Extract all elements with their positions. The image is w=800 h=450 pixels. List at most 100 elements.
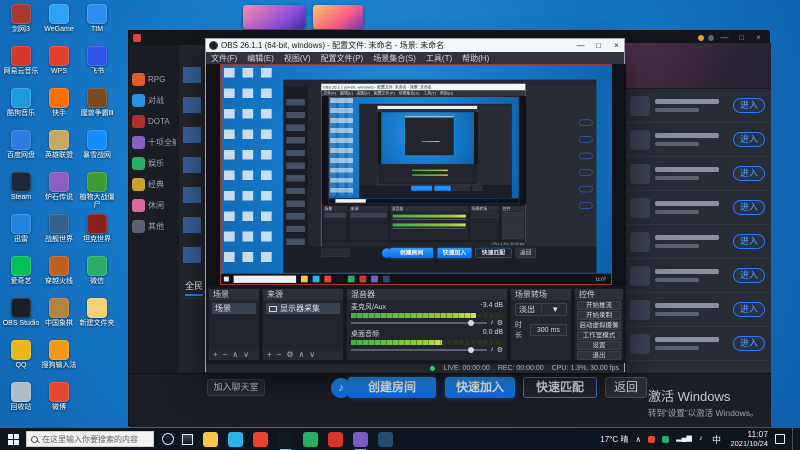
sidebar-item-dota[interactable]: DOTA	[129, 113, 179, 130]
sidebar-item-versus[interactable]: 对战	[129, 92, 179, 109]
sidebar-item-allround[interactable]: 十项全能	[129, 134, 179, 151]
menu-file[interactable]: 文件(F)	[206, 53, 242, 64]
source-properties-icon[interactable]: ⚙	[286, 350, 293, 359]
sidebar-item-other[interactable]: 其他	[129, 218, 179, 235]
room-row[interactable]: 进入	[624, 293, 771, 327]
volume-icon[interactable]: ♪	[699, 434, 703, 444]
desktop-icon[interactable]: 爱奇艺	[2, 256, 40, 298]
enter-room-button[interactable]: 进入	[733, 132, 765, 147]
menu-help[interactable]: 帮助(H)	[457, 53, 494, 64]
menu-scene-collection[interactable]: 场景集合(S)	[368, 53, 421, 64]
create-room-button[interactable]: 创建房间	[348, 377, 436, 398]
desktop-icon[interactable]: 魔兽争霸Ⅲ	[78, 88, 116, 130]
desktop-icon[interactable]: WPS	[40, 46, 78, 88]
channel-settings-icon[interactable]: ⚙	[497, 346, 503, 354]
desktop-icon[interactable]: 快手	[40, 88, 78, 130]
enter-room-button[interactable]: 进入	[733, 98, 765, 113]
notification-center-icon[interactable]	[775, 434, 785, 444]
search-input[interactable]: 在这里输入你要搜索的内容	[26, 431, 154, 447]
menu-view[interactable]: 视图(V)	[279, 53, 316, 64]
sidebar-item-casual[interactable]: 休闲	[129, 197, 179, 214]
chat-tab-all[interactable]: 全民	[185, 279, 204, 296]
speaker-icon[interactable]: ♪	[490, 346, 494, 353]
desktop-icon[interactable]: 中国象棋	[40, 298, 78, 340]
desktop-icon[interactable]: 搜狗输入法	[40, 340, 78, 382]
taskbar-app-wechat[interactable]	[303, 431, 318, 447]
desktop-icon[interactable]: Steam	[2, 172, 40, 214]
tray-app-icon[interactable]	[662, 435, 670, 443]
source-up-icon[interactable]: ∧	[299, 350, 305, 359]
desktop-icon[interactable]: 迅雷	[2, 214, 40, 256]
enter-room-button[interactable]: 进入	[733, 268, 765, 283]
scene-down-icon[interactable]: ∨	[243, 350, 249, 359]
desktop-icon[interactable]: 战舰世界	[40, 214, 78, 256]
taskbar-app-chrome[interactable]	[253, 431, 268, 447]
add-source-icon[interactable]: +	[267, 350, 272, 359]
desktop-icon[interactable]: 网易云音乐	[2, 46, 40, 88]
quick-match-button[interactable]: 快速匹配	[523, 377, 597, 398]
room-row[interactable]: 进入	[624, 225, 771, 259]
desktop-icon[interactable]: 微博	[40, 382, 78, 424]
start-button[interactable]	[0, 428, 26, 450]
scene-item[interactable]: 场景	[212, 303, 256, 314]
quick-join-button[interactable]: 快速加入	[445, 377, 515, 398]
cortana-icon[interactable]	[162, 433, 174, 445]
back-button[interactable]: 返回	[605, 377, 647, 398]
desktop-icon[interactable]: 酷狗音乐	[2, 88, 40, 130]
source-down-icon[interactable]: ∨	[309, 350, 315, 359]
desktop-icon[interactable]: WeGame	[40, 4, 78, 46]
duration-input[interactable]: 300 ms	[529, 324, 567, 336]
room-row[interactable]: 进入	[624, 327, 771, 361]
desktop-icon[interactable]: TIM	[78, 4, 116, 46]
desktop-icon[interactable]: 炉石传说	[40, 172, 78, 214]
task-view-icon[interactable]	[182, 433, 193, 445]
settings-icon[interactable]	[708, 35, 714, 41]
sidebar-item-rpg[interactable]: RPG	[129, 71, 179, 88]
settings-button[interactable]: 设置	[577, 341, 621, 350]
network-icon[interactable]: ▂▄▆	[676, 434, 692, 444]
add-scene-icon[interactable]: +	[213, 350, 218, 359]
menu-tools[interactable]: 工具(T)	[421, 53, 457, 64]
tray-expand-icon[interactable]: ∧	[635, 435, 641, 444]
desktop-icon[interactable]: 新建文件夹	[78, 298, 116, 340]
taskbar-app-obs[interactable]	[278, 431, 293, 450]
exit-button[interactable]: 退出	[577, 351, 621, 360]
sidebar-item-classic[interactable]: 经典	[129, 176, 179, 193]
recharge-icon[interactable]	[698, 35, 704, 41]
sidebar-item-fun[interactable]: 娱乐	[129, 155, 179, 172]
enter-room-button[interactable]: 进入	[733, 200, 765, 215]
virtual-camera-button[interactable]: 启动虚拟摄像机	[577, 321, 621, 330]
desktop-icon[interactable]: 暴雪战网	[78, 130, 116, 172]
studio-mode-button[interactable]: 工作室模式	[577, 331, 621, 340]
enter-room-button[interactable]: 进入	[733, 234, 765, 249]
menu-edit[interactable]: 编辑(E)	[242, 53, 279, 64]
speaker-icon[interactable]: ♪	[490, 319, 494, 326]
desktop-icon[interactable]: 飞书	[78, 46, 116, 88]
desktop-icon[interactable]: 回收站	[2, 382, 40, 424]
volume-slider[interactable]	[351, 319, 488, 326]
clock[interactable]: 11:07 2021/10/24	[730, 429, 768, 448]
room-row[interactable]: 进入	[624, 157, 771, 191]
scene-up-icon[interactable]: ∧	[232, 350, 238, 359]
desktop-icon[interactable]: 英雄联盟	[40, 130, 78, 172]
room-row[interactable]: 进入	[624, 191, 771, 225]
enter-room-button[interactable]: 进入	[733, 302, 765, 317]
tray-app-icon[interactable]	[648, 435, 656, 443]
room-row[interactable]: 进入	[624, 123, 771, 157]
obs-title-bar[interactable]: OBS 26.1.1 (64-bit, windows) - 配置文件: 未命名…	[206, 39, 624, 52]
taskbar-app-steam[interactable]	[378, 431, 393, 447]
join-chatroom-button[interactable]: 加入聊天室	[207, 379, 265, 396]
desktop-icon[interactable]: 微信	[78, 256, 116, 298]
taskbar-app-explorer[interactable]	[203, 431, 218, 447]
enter-room-button[interactable]: 进入	[733, 336, 765, 351]
promo-banner[interactable]	[313, 5, 363, 29]
room-row[interactable]: 进入	[624, 89, 771, 123]
desktop-icon[interactable]: 百度网盘	[2, 130, 40, 172]
taskbar-app-platform[interactable]	[353, 431, 368, 450]
desktop-icon[interactable]: QQ	[2, 340, 40, 382]
volume-slider[interactable]	[351, 346, 488, 353]
start-streaming-button[interactable]: 开始推流	[577, 301, 621, 310]
enter-room-button[interactable]: 进入	[733, 166, 765, 181]
remove-source-icon[interactable]: −	[277, 350, 282, 359]
room-row[interactable]: 进入	[624, 259, 771, 293]
